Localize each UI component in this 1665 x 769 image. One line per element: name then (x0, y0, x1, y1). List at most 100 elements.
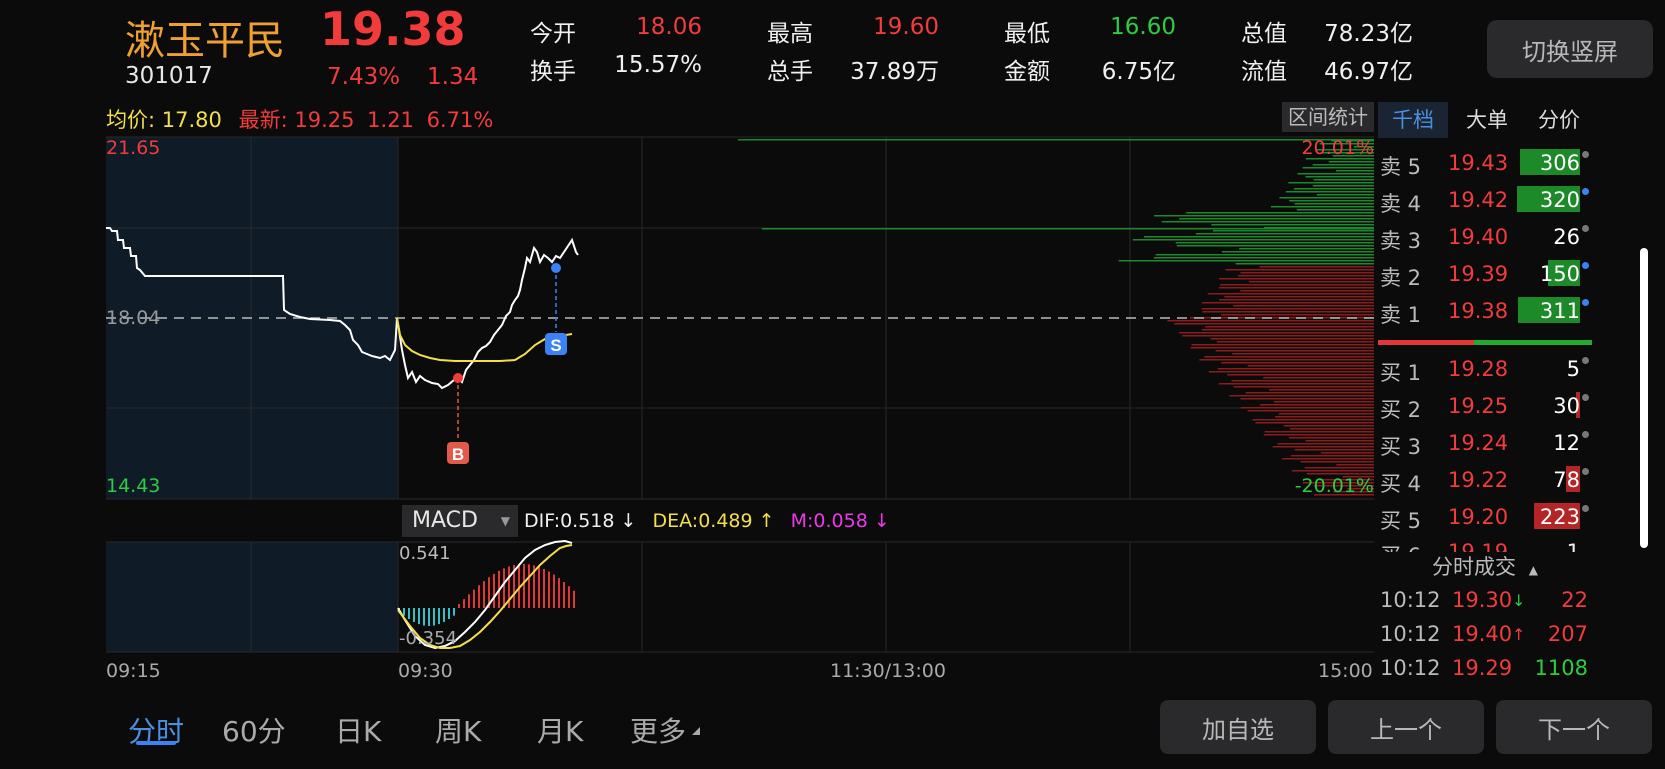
orderbook-tab-0[interactable]: 千档 (1378, 102, 1448, 138)
orderbook-row[interactable]: 买 2 19.25 30 (1380, 388, 1590, 424)
depth-bar (1221, 314, 1374, 316)
orderbook-row[interactable]: 买 4 19.22 78 (1380, 462, 1590, 498)
row-price: 19.22 (1448, 468, 1509, 492)
active-tab-underline (136, 741, 176, 745)
pct-bottom-label: -20.01% (1294, 475, 1374, 497)
depth-bar (1154, 215, 1374, 217)
depth-bar (1205, 326, 1374, 328)
spread-bar (1378, 340, 1592, 345)
row-price: 19.40 (1448, 225, 1509, 249)
depth-bar (1263, 434, 1374, 436)
depth-bar (1255, 422, 1374, 424)
depth-bar (1204, 356, 1374, 358)
period-tab-5[interactable]: 更多 (630, 710, 686, 750)
depth-bars (738, 139, 1374, 496)
orderbook-row[interactable]: 卖 3 19.40 26 (1380, 219, 1590, 255)
macd-bar (483, 581, 485, 608)
orderbook-tab-2[interactable]: 分价 (1524, 102, 1594, 138)
depth-bar (1269, 389, 1374, 391)
period-tab-3[interactable]: 周K (435, 710, 481, 750)
macd-bar (523, 564, 525, 608)
depth-bar (1263, 377, 1374, 379)
depth-bar (1270, 206, 1374, 208)
macd-bar (403, 608, 405, 616)
row-label: 卖 2 (1380, 266, 1422, 290)
depth-bar (1132, 239, 1374, 241)
depth-bar (1282, 458, 1374, 460)
tick-volume: 207 (1547, 622, 1588, 646)
depth-bar (1235, 263, 1374, 265)
depth-bar (1179, 332, 1374, 334)
macd-bar (528, 564, 530, 608)
row-price: 19.38 (1448, 299, 1509, 323)
row-price: 19.28 (1448, 357, 1509, 381)
scrollbar[interactable] (1640, 248, 1648, 548)
sell-marker-text: S (550, 336, 561, 355)
macd-bottom-value: -0.354 (399, 628, 458, 649)
depth-bar (1231, 380, 1374, 382)
macd-top-value: 0.541 (399, 543, 451, 564)
orderbook-row[interactable]: 卖 1 19.38 311 (1380, 293, 1590, 329)
depth-bar (1288, 182, 1374, 184)
orderbook-row[interactable]: 卖 5 19.43 306 (1380, 145, 1590, 181)
intraday-chart[interactable]: B S (0, 0, 1380, 700)
macd-bar (448, 608, 450, 619)
chevron-down-icon: ▼ (500, 514, 510, 528)
depth-bar (1328, 161, 1374, 163)
depth-bar (1233, 305, 1374, 307)
tick-volume: 1108 (1534, 656, 1588, 680)
depth-bar (1154, 257, 1374, 259)
previous-button[interactable]: 上一个 (1328, 700, 1484, 754)
sell-point (551, 263, 561, 273)
time-label-midday: 11:30/13:00 (830, 660, 946, 682)
add-watchlist-button[interactable]: 加自选 (1160, 700, 1316, 754)
depth-bar (1207, 293, 1374, 295)
orderbook-row[interactable]: 卖 2 19.39 150 (1380, 256, 1590, 292)
depth-bar (1283, 425, 1374, 427)
depth-bar (1215, 350, 1374, 352)
macd-bar (478, 585, 480, 608)
tick-time: 10:12 (1380, 588, 1441, 612)
depth-bar (1161, 221, 1374, 223)
macd-selector[interactable]: MACD ▼ (402, 505, 518, 537)
depth-bar (1297, 173, 1374, 175)
macd-dea: DEA:0.489 ↑ (652, 510, 775, 532)
depth-bar (1316, 194, 1374, 196)
row-label: 买 2 (1380, 398, 1422, 422)
macd-selector-label: MACD (412, 508, 478, 533)
depth-bar (1275, 416, 1374, 418)
macd-bar (568, 586, 570, 608)
depth-bar (1305, 440, 1374, 442)
period-tab-2[interactable]: 日K (335, 710, 381, 750)
row-volume: 150 (1539, 262, 1580, 286)
depth-bar (1240, 272, 1374, 274)
orderbook-row[interactable]: 卖 4 19.42 320 (1380, 182, 1590, 218)
depth-bar (1240, 398, 1374, 400)
macd-bar (548, 571, 550, 608)
y-axis-bottom-label: 14.43 (106, 475, 161, 497)
pct-top-label: 20.01% (1301, 137, 1374, 159)
orderbook-row[interactable]: 买 1 19.28 5 (1380, 351, 1590, 387)
depth-bar (1305, 176, 1374, 178)
period-tab-4[interactable]: 月K (537, 710, 583, 750)
orderbook-row[interactable]: 买 5 19.20 223 (1380, 499, 1590, 535)
caret-up-icon: ▲ (1528, 563, 1538, 577)
depth-bar (1224, 296, 1374, 298)
depth-bar (1179, 218, 1374, 220)
next-button[interactable]: 下一个 (1496, 700, 1652, 754)
depth-bar (1176, 245, 1374, 247)
orderbook-row[interactable]: 买 3 19.24 12 (1380, 425, 1590, 461)
row-volume: 26 (1553, 225, 1580, 249)
depth-bar (1320, 452, 1374, 454)
depth-bar (1294, 203, 1374, 205)
depth-bar (1259, 266, 1374, 268)
row-price: 19.20 (1448, 505, 1509, 529)
period-tab-1[interactable]: 60分 (222, 710, 286, 750)
ticks-title: 分时成交 (1432, 555, 1517, 579)
switch-portrait-button[interactable]: 切换竖屏 (1487, 20, 1653, 78)
row-volume: 223 (1539, 505, 1580, 529)
orderbook-tab-1[interactable]: 大单 (1452, 102, 1522, 138)
depth-bar (1294, 188, 1374, 190)
depth-bar (1312, 185, 1374, 187)
ticks-header[interactable]: 分时成交 ▲ (1378, 552, 1592, 582)
